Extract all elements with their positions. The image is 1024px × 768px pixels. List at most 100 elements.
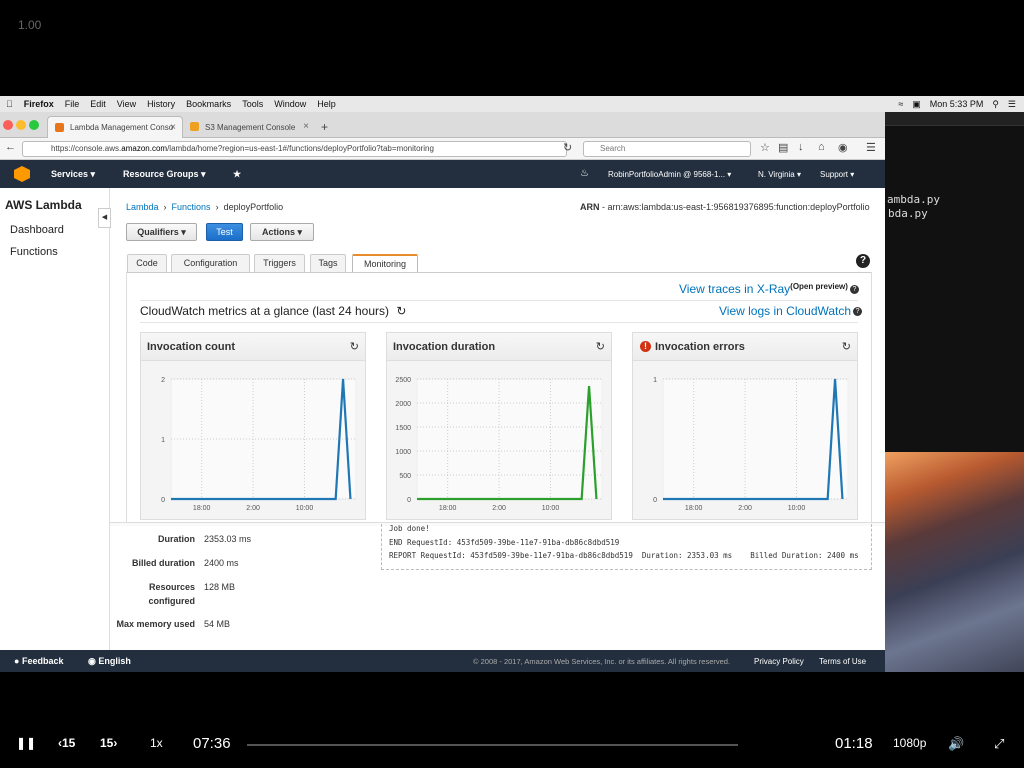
terminal-line: ambda.py xyxy=(887,193,940,206)
error-icon: ! xyxy=(640,341,651,352)
y-tick-label: 1500 xyxy=(395,425,411,432)
region-menu[interactable]: N. Virginia ▾ xyxy=(758,170,801,179)
x-tick-label: 18:00 xyxy=(685,505,703,512)
pocket-icon[interactable]: ◉ xyxy=(838,141,848,154)
speed-indicator: 1.00 xyxy=(18,18,42,32)
refresh-icon[interactable]: ↻ xyxy=(396,304,406,318)
x-tick-label: 2:00 xyxy=(738,505,752,512)
notifications-bell-icon[interactable]: ♨ xyxy=(580,168,589,179)
detail-label: Resources configured xyxy=(148,582,196,606)
y-tick-label: 1 xyxy=(653,377,657,384)
detail-value: 2400 ms xyxy=(204,558,239,568)
help-icon[interactable]: ? xyxy=(856,254,870,268)
browser-tab-lambda[interactable]: Lambda Management Conso × xyxy=(47,116,183,138)
speed-button[interactable]: 1x xyxy=(150,736,163,750)
bookmark-star-icon[interactable]: ☆ xyxy=(760,141,770,154)
tab-tags[interactable]: Tags xyxy=(310,254,346,272)
terms-link[interactable]: Terms of Use xyxy=(819,657,866,666)
qualifiers-button[interactable]: Qualifiers ▾ xyxy=(126,223,197,241)
tab-label: Lambda Management Conso xyxy=(70,123,174,132)
menu-list-icon[interactable]: ☰ xyxy=(1008,99,1016,110)
pause-icon[interactable]: ❚❚ xyxy=(16,736,36,750)
menu-app[interactable]: Firefox xyxy=(24,99,54,109)
menu-edit[interactable]: Edit xyxy=(90,99,106,109)
help-icon[interactable]: ? xyxy=(853,307,863,317)
collapse-sidebar-icon[interactable]: ◀ xyxy=(98,208,111,228)
test-button[interactable]: Test xyxy=(206,223,243,241)
menu-history[interactable]: History xyxy=(147,99,175,109)
feedback-link[interactable]: ● Feedback xyxy=(14,656,63,666)
x-tick-label: 18:00 xyxy=(439,505,457,512)
aws-logo-icon[interactable] xyxy=(14,166,30,182)
close-tab-icon[interactable]: × xyxy=(303,121,309,132)
refresh-icon[interactable]: ↻ xyxy=(842,340,851,353)
tab-triggers[interactable]: Triggers xyxy=(254,254,305,272)
apple-icon[interactable]:  xyxy=(6,99,13,109)
services-menu[interactable]: Services ▾ xyxy=(51,169,95,180)
home-icon[interactable]: ⌂ xyxy=(818,141,825,153)
menu-tools[interactable]: Tools xyxy=(242,99,263,109)
breadcrumb-functions[interactable]: Functions xyxy=(172,202,211,212)
clipboard-icon[interactable]: ▤ xyxy=(778,141,788,154)
actions-button[interactable]: Actions ▾ xyxy=(250,223,314,241)
resource-groups-menu[interactable]: Resource Groups ▾ xyxy=(123,169,206,180)
refresh-icon[interactable]: ↻ xyxy=(350,340,359,353)
url-field[interactable]: https://console.aws.amazon.com/lambda/ho… xyxy=(22,141,567,157)
support-menu[interactable]: Support ▾ xyxy=(820,170,854,179)
menu-view[interactable]: View xyxy=(117,99,136,109)
y-tick-label: 1 xyxy=(161,437,165,444)
y-tick-label: 500 xyxy=(399,473,411,480)
breadcrumb-lambda[interactable]: Lambda xyxy=(126,202,159,212)
log-line: Job done! xyxy=(389,524,430,533)
sidebar-item-functions[interactable]: Functions xyxy=(10,246,58,258)
plot-area xyxy=(416,378,603,500)
new-tab-icon[interactable]: + xyxy=(317,116,337,138)
progress-bar[interactable] xyxy=(247,744,738,746)
forward-button[interactable]: 15› xyxy=(100,736,117,750)
language-selector[interactable]: ◉ English xyxy=(88,656,131,667)
browser-tab-s3[interactable]: S3 Management Console × xyxy=(183,116,315,138)
help-icon[interactable]: ? xyxy=(849,285,859,295)
minimize-window-icon[interactable] xyxy=(16,120,26,130)
copyright: © 2008 - 2017, Amazon Web Services, Inc.… xyxy=(473,657,731,666)
sidebar-item-dashboard[interactable]: Dashboard xyxy=(10,224,64,236)
close-tab-icon[interactable]: × xyxy=(170,122,176,133)
tab-monitoring[interactable]: Monitoring xyxy=(352,254,418,273)
menu-file[interactable]: File xyxy=(65,99,80,109)
tab-code[interactable]: Code xyxy=(127,254,167,272)
privacy-link[interactable]: Privacy Policy xyxy=(754,657,804,666)
cloudwatch-logs-link[interactable]: View logs in CloudWatch? xyxy=(719,304,863,318)
reload-icon[interactable]: ↻ xyxy=(563,141,572,154)
volume-icon[interactable]: 🔊 xyxy=(948,736,964,752)
metrics-heading: CloudWatch metrics at a glance (last 24 … xyxy=(140,304,407,318)
fullscreen-icon[interactable]: ⤢ xyxy=(994,736,1004,752)
maximize-window-icon[interactable] xyxy=(29,120,39,130)
quality-button[interactable]: 1080p xyxy=(893,736,926,750)
url-prefix: https://console.aws. xyxy=(51,144,122,153)
sidebar-title: AWS Lambda xyxy=(5,198,82,212)
account-menu[interactable]: RobinPortfolioAdmin @ 9568-1... ▾ xyxy=(608,170,731,179)
spotlight-icon[interactable]: ⚲ xyxy=(992,99,999,110)
xray-link[interactable]: View traces in X-Ray(Open preview)? xyxy=(679,282,859,296)
refresh-icon[interactable]: ↻ xyxy=(596,340,605,353)
display-icon[interactable]: ▣ xyxy=(912,99,921,110)
download-icon[interactable]: ↓ xyxy=(798,141,804,153)
rewind-button[interactable]: ‹15 xyxy=(58,736,75,750)
back-icon[interactable]: ← xyxy=(5,141,16,153)
clock[interactable]: Mon 5:33 PM xyxy=(930,99,984,109)
url-domain: amazon.com xyxy=(121,144,168,153)
close-window-icon[interactable] xyxy=(3,120,13,130)
pin-icon[interactable]: ★ xyxy=(233,169,241,180)
chart-title: Invocation errors xyxy=(655,341,745,353)
hamburger-menu-icon[interactable]: ☰ xyxy=(866,141,876,154)
wifi-icon[interactable]: ≈ xyxy=(898,99,903,109)
menu-bookmarks[interactable]: Bookmarks xyxy=(186,99,231,109)
chat-icon: ● xyxy=(14,656,20,666)
y-tick-label: 1000 xyxy=(395,449,411,456)
x-tick-label: 10:00 xyxy=(296,505,314,512)
search-input[interactable]: Search xyxy=(583,141,751,157)
x-tick-label: 18:00 xyxy=(193,505,211,512)
menu-window[interactable]: Window xyxy=(274,99,306,109)
menu-help[interactable]: Help xyxy=(317,99,336,109)
tab-configuration[interactable]: Configuration xyxy=(171,254,250,272)
